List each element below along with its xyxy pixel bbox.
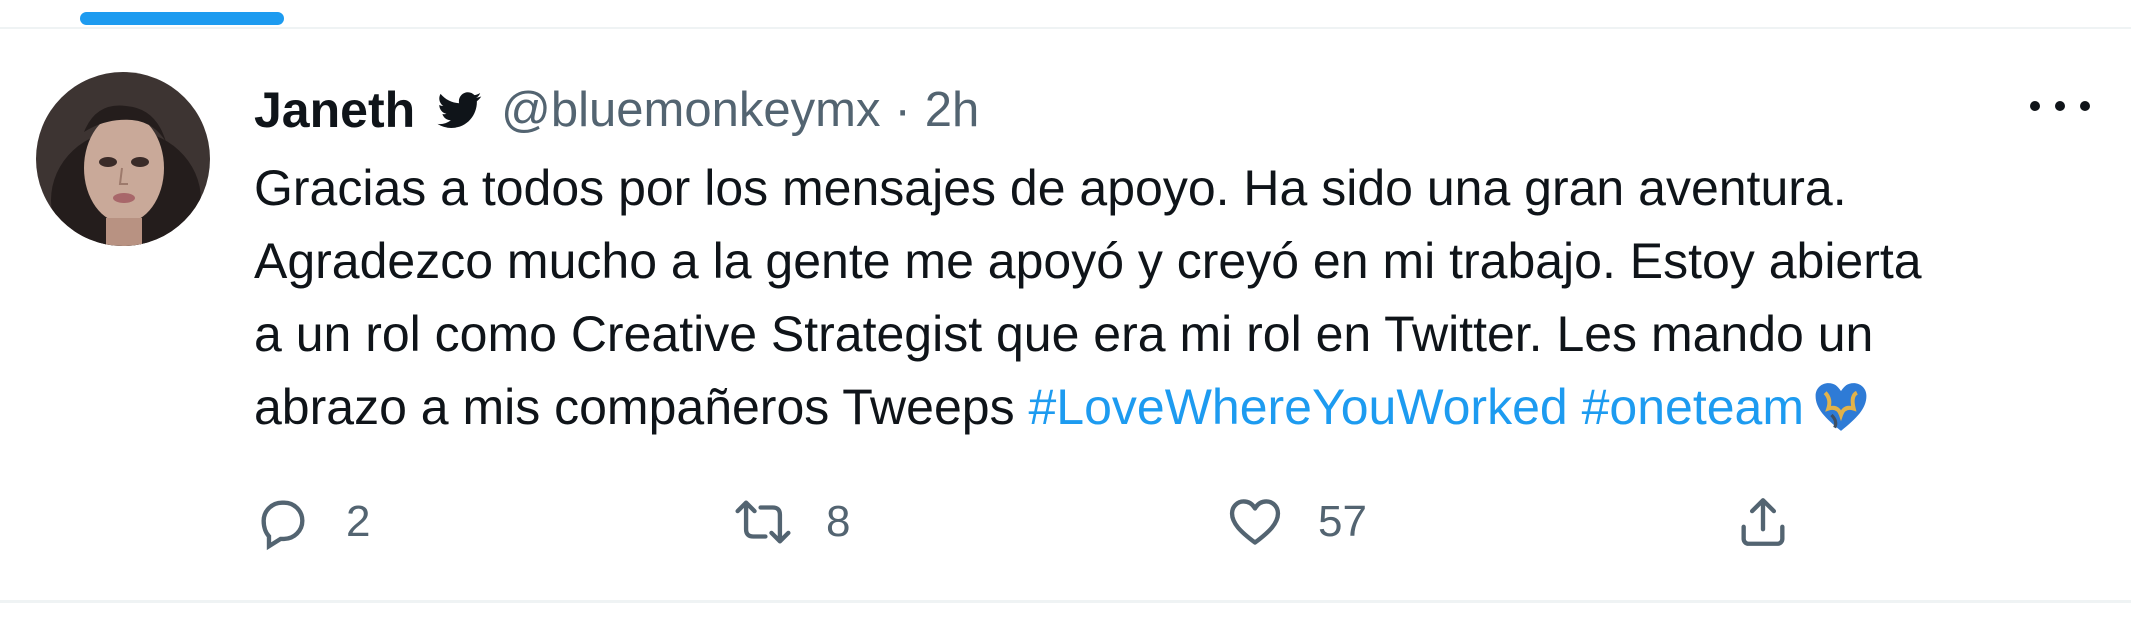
bottom-divider (0, 600, 2131, 603)
blue-heart-globe-emoji (1812, 380, 1870, 434)
reply-icon (261, 500, 305, 551)
separator-dot: · (894, 83, 911, 137)
tweet-text-line: Gracias a todos por los mensajes de apoy… (254, 160, 1847, 216)
tweet-header: Janeth @bluemonkeymx · 2h (254, 72, 979, 148)
avatar-photo (36, 72, 210, 246)
tweet-text-line: abrazo a mis compañeros Tweeps #LoveWher… (254, 371, 2084, 444)
hashtag-link[interactable]: #LoveWhereYouWorked (1028, 379, 1567, 435)
heart-icon (1229, 499, 1281, 545)
reply-button[interactable]: 2 (254, 490, 370, 554)
retweet-icon (735, 500, 791, 544)
retweet-count: 8 (826, 497, 851, 546)
avatar[interactable] (36, 72, 210, 246)
tweet-timestamp[interactable]: 2h (925, 82, 980, 138)
like-button[interactable]: 57 (1226, 490, 1367, 554)
more-horizontal-icon (2030, 101, 2040, 111)
hashtag-link[interactable]: #oneteam (1582, 379, 1804, 435)
top-divider (0, 27, 2131, 29)
retweet-button[interactable]: 8 (734, 490, 850, 554)
like-count: 57 (1318, 497, 1367, 546)
tweet-text-segment: abrazo a mis compañeros Tweeps (254, 379, 1029, 435)
more-dot (2055, 101, 2065, 111)
more-dot (2080, 101, 2090, 111)
more-options-button[interactable] (2030, 88, 2090, 124)
author-display-name[interactable]: Janeth (254, 81, 415, 139)
share-button[interactable] (1734, 490, 1792, 554)
share-icon (1741, 498, 1785, 546)
active-tab-indicator (80, 12, 284, 25)
tweet-text-line: a un rol como Creative Strategist que er… (254, 306, 1874, 362)
twitter-bird-icon (435, 88, 485, 132)
tweet-text: Gracias a todos por los mensajes de apoy… (254, 152, 2084, 444)
author-handle[interactable]: @bluemonkeymx (501, 82, 880, 138)
reply-count: 2 (346, 497, 371, 546)
tweet-text-line: Agradezco mucho a la gente me apoyó y cr… (254, 233, 1922, 289)
